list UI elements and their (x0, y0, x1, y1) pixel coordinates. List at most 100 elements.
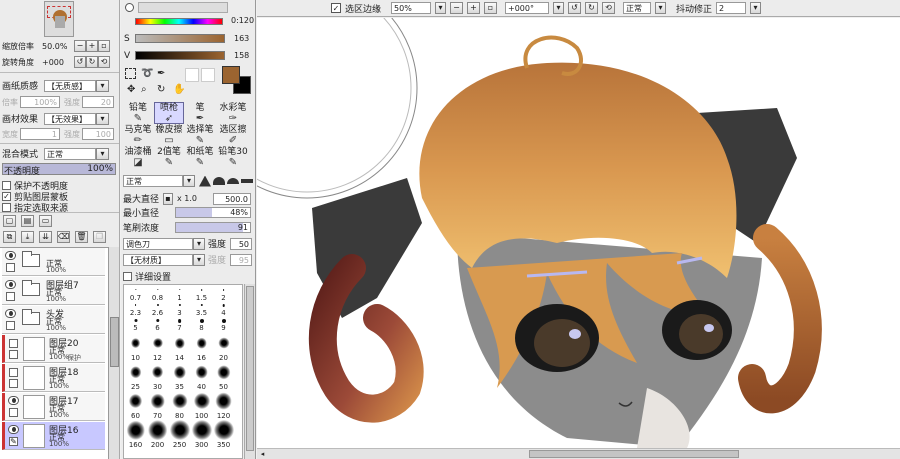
foreground-color-swatch[interactable] (222, 66, 240, 84)
layer-item-selected[interactable]: ✎ 图层16 正常 100% (2, 422, 105, 450)
paper-scale-field[interactable]: 100% (20, 96, 60, 108)
canvas-scroll-left-arrow[interactable]: ◂ (257, 449, 268, 459)
blend-strength-field[interactable]: 50 (230, 237, 252, 250)
zoom-reset-button[interactable]: ▫ (98, 40, 110, 52)
layer-item[interactable]: 头发 正常 100% (2, 306, 105, 334)
transfer-down-icon[interactable]: ⤓ (21, 231, 34, 243)
toolbar-rotate-select[interactable]: +000° (505, 2, 550, 14)
paper-texture-dropdown[interactable]: ▾ (96, 79, 109, 92)
layer-select-checkbox[interactable] (6, 292, 15, 301)
rotate-reset-button[interactable]: ⟲ (98, 56, 110, 68)
layer-edit-pencil-icon[interactable]: ✎ (9, 437, 18, 446)
layer-mask-icon[interactable]: ⧉ (3, 231, 16, 243)
layer-item[interactable]: 图层20 正常 100% 保护 (2, 335, 105, 363)
layer-item[interactable]: 图层18 正常 100% (2, 364, 105, 392)
brush-size-cell[interactable]: 40 (193, 361, 210, 391)
layer-clip-checkbox[interactable] (9, 350, 18, 359)
brush-texture-select[interactable]: 【无材质】 (123, 253, 193, 266)
tool-washi-pen[interactable]: 和纸笔 ✎ (185, 146, 215, 168)
toolbar-zoom-out-button[interactable]: − (450, 2, 464, 14)
zoom-tool-icon[interactable]: ⌕ (141, 84, 147, 95)
toolbar-rotate-reset-button[interactable]: ⟲ (602, 2, 616, 14)
toolbar-rotate-right-button[interactable]: ↻ (585, 2, 599, 14)
effect-strength-field[interactable]: 100 (82, 128, 114, 140)
brush-size-cell[interactable]: 6 (149, 316, 166, 332)
brush-size-cell[interactable]: 160 (126, 419, 145, 449)
paper-effect-select[interactable]: 【无效果】 (44, 112, 96, 125)
toolbar-zoom-dropdown[interactable]: ▾ (435, 2, 447, 14)
brush-size-cell[interactable]: 2.6 (149, 301, 166, 317)
layer-scroll-thumb[interactable] (110, 317, 119, 367)
brush-shape-medium-icon[interactable] (213, 177, 225, 185)
hand-tool-icon[interactable]: ✋ (173, 84, 185, 95)
rotate-left-button[interactable]: ↺ (74, 56, 86, 68)
brush-size-cell[interactable]: 80 (171, 390, 188, 420)
paper-texture-select[interactable]: 【无质感】 (44, 79, 96, 92)
detail-settings-checkbox[interactable] (123, 272, 132, 281)
layer-item[interactable]: 图层17 正常 100% (2, 393, 105, 421)
brush-size-cell[interactable]: 9 (215, 316, 232, 332)
lasso-icon[interactable]: ➰ (141, 68, 153, 79)
navigator-thumbnail[interactable] (44, 1, 74, 37)
selection-edge-checkbox[interactable]: ✓ (331, 3, 341, 13)
brush-shape-flat-icon[interactable] (241, 179, 253, 183)
toolbar-zoom-reset-button[interactable]: ▫ (484, 2, 498, 14)
rotate-tool-icon[interactable]: ↻ (157, 84, 165, 95)
paper-strength-field[interactable]: 20 (82, 96, 114, 108)
layer-clip-checkbox[interactable] (9, 408, 18, 417)
brush-size-cell[interactable]: 4 (215, 301, 232, 317)
layer-item[interactable]: 图层组7 正常 100% (2, 277, 105, 305)
brush-size-cell[interactable]: 3.5 (193, 301, 210, 317)
color-wheel-radio[interactable] (125, 3, 134, 12)
brush-size-cell[interactable]: 350 (213, 419, 234, 449)
color-swatch-empty-2[interactable] (201, 68, 215, 82)
brush-size-cell[interactable]: 60 (127, 390, 144, 420)
rect-select-icon[interactable] (125, 68, 136, 79)
brush-size-cell[interactable]: 5 (127, 316, 144, 332)
brush-size-cell[interactable]: 2.3 (127, 301, 144, 317)
max-size-mult-button[interactable]: ▪ (163, 192, 173, 205)
layer-select-checkbox[interactable] (9, 339, 18, 348)
color-swatch-empty[interactable] (185, 68, 199, 82)
effect-width-field[interactable]: 1 (20, 128, 60, 140)
select-source-checkbox[interactable] (2, 203, 11, 212)
rotate-right-button[interactable]: ↻ (86, 56, 98, 68)
brush-size-cell[interactable]: 8 (193, 316, 210, 332)
new-linework-layer-icon[interactable]: ▤ (21, 215, 34, 227)
toolbar-mode-select[interactable]: 正常 (623, 2, 652, 14)
brush-size-cell[interactable]: 7 (171, 316, 188, 332)
brush-size-cell[interactable]: 20 (215, 332, 232, 362)
toolbar-rotate-left-button[interactable]: ↺ (568, 2, 582, 14)
canvas-scroll-thumb[interactable] (529, 450, 739, 458)
detail-settings-row[interactable]: 详细设置 (123, 270, 171, 283)
brush-size-cell[interactable]: 0.8 (149, 286, 166, 302)
brush-size-scrollbar[interactable] (244, 284, 255, 459)
brush-size-cell[interactable]: 16 (193, 332, 210, 362)
drawing-canvas[interactable] (257, 18, 900, 448)
brush-size-cell[interactable]: 1.5 (193, 286, 210, 302)
brush-size-cell[interactable]: 120 (215, 390, 232, 420)
blend-brush-dropdown[interactable]: ▾ (193, 237, 205, 250)
paper-effect-dropdown[interactable]: ▾ (96, 112, 109, 125)
layer-select-checkbox[interactable] (6, 321, 15, 330)
layer-visibility-eye-icon[interactable] (5, 309, 16, 318)
brush-size-cell[interactable]: 14 (171, 332, 188, 362)
color-mode-icons[interactable] (138, 2, 228, 13)
layer-visibility-eye-icon[interactable] (8, 396, 19, 405)
brush-size-cell[interactable]: 100 (193, 390, 210, 420)
brush-size-cell[interactable]: 12 (149, 332, 166, 362)
brush-size-scroll-thumb[interactable] (246, 286, 254, 451)
blend-mode-select[interactable]: 正常 (44, 147, 96, 160)
merge-down-icon[interactable]: ⇊ (39, 231, 52, 243)
layer-list-scrollbar[interactable] (108, 247, 119, 459)
brush-shape-soft-icon[interactable] (227, 178, 239, 184)
density-slider[interactable]: 91 (175, 222, 251, 233)
tool-binary-pen[interactable]: 2值笔 ✎ (154, 146, 184, 168)
max-size-field[interactable]: 500.0 (213, 192, 251, 205)
brush-size-cell[interactable]: 200 (147, 419, 168, 449)
brush-size-cell[interactable]: 1 (171, 286, 188, 302)
move-icon[interactable]: ✥ (127, 84, 135, 95)
layer-item[interactable]: 正常 100% (2, 248, 105, 276)
value-slider[interactable] (135, 51, 225, 60)
tool-bucket[interactable]: 油漆桶 ◪ (123, 146, 153, 168)
